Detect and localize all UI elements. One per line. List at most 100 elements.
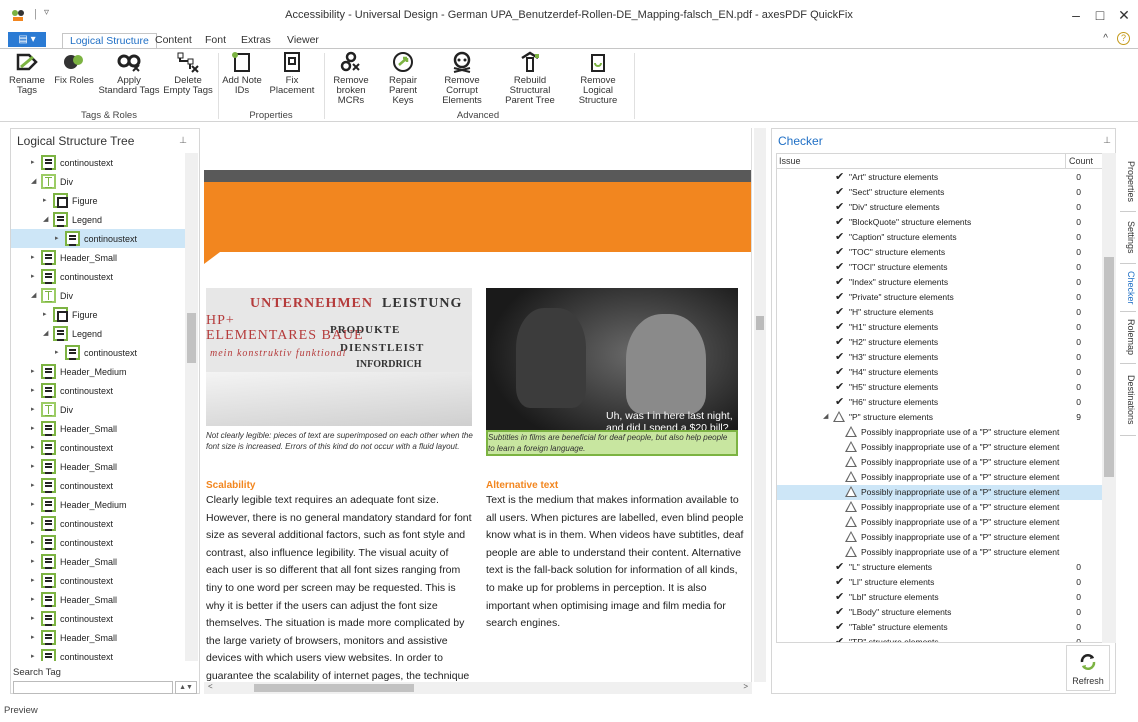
side-tab-settings[interactable]: Settings — [1120, 212, 1136, 264]
close-button[interactable]: ✕ — [1114, 7, 1134, 24]
checker-row[interactable]: ✔ "Sect" structure elements 0 — [777, 185, 1102, 200]
tree-item[interactable]: ◢ Div — [11, 286, 186, 305]
tree-item[interactable]: ◢ Div — [11, 172, 186, 191]
expand-arrow-icon[interactable]: ▸ — [31, 424, 39, 432]
checker-row[interactable]: ✔ "LI" structure elements 0 — [777, 575, 1102, 590]
tree-item[interactable]: ▸ Header_Small — [11, 552, 186, 571]
checker-row[interactable]: ✔ "H2" structure elements 0 — [777, 335, 1102, 350]
tab-font[interactable]: Font — [198, 33, 233, 48]
checker-row[interactable]: ✔ "H" structure elements 0 — [777, 305, 1102, 320]
tree-item[interactable]: ◢ Legend — [11, 324, 186, 343]
document-view[interactable]: UNTERNEHMEN LEISTUNG HP+ ELEMENTARES BAU… — [204, 128, 752, 682]
expand-arrow-icon[interactable]: ▸ — [31, 595, 39, 603]
scroll-left-icon[interactable]: < — [208, 682, 213, 691]
tree-item[interactable]: ▸ continoustext — [11, 153, 186, 172]
fix-placement-button[interactable]: Fix Placement — [264, 51, 320, 107]
checker-row[interactable]: ✔ "H4" structure elements 0 — [777, 365, 1102, 380]
tree-item[interactable]: ▸ continoustext — [11, 533, 186, 552]
fix-roles-button[interactable]: Fix Roles — [52, 51, 96, 107]
document-horizontal-scrollbar[interactable]: < > — [204, 682, 752, 694]
checker-row[interactable]: ✔ "H5" structure elements 0 — [777, 380, 1102, 395]
tree-item[interactable]: ▸ continoustext — [11, 647, 186, 661]
checker-row[interactable]: Possibly inappropriate use of a "P" stru… — [777, 515, 1102, 530]
checker-row[interactable]: Possibly inappropriate use of a "P" stru… — [777, 545, 1102, 560]
add-note-ids-button[interactable]: Add Note IDs — [222, 51, 262, 107]
tree-item[interactable]: ▸ continoustext — [11, 381, 186, 400]
tree-item[interactable]: ▸ continoustext — [11, 267, 186, 286]
checker-row[interactable]: Possibly inappropriate use of a "P" stru… — [777, 500, 1102, 515]
scroll-right-icon[interactable]: > — [743, 682, 748, 691]
expand-arrow-icon[interactable]: ▸ — [31, 519, 39, 527]
expand-arrow-icon[interactable]: ▸ — [31, 481, 39, 489]
scrollbar-thumb[interactable] — [187, 313, 196, 363]
apply-standard-tags-button[interactable]: Apply Standard Tags — [98, 51, 160, 107]
checker-row[interactable]: ◢ "P" structure elements 9 — [777, 410, 1102, 425]
checker-row[interactable]: Possibly inappropriate use of a "P" stru… — [777, 440, 1102, 455]
expand-arrow-icon[interactable]: ▸ — [31, 386, 39, 394]
tree-item[interactable]: ▸ Header_Medium — [11, 495, 186, 514]
checker-row[interactable]: Possibly inappropriate use of a "P" stru… — [777, 455, 1102, 470]
search-spin-buttons[interactable]: ▲▼ — [175, 681, 197, 694]
tree-item[interactable]: ▸ continoustext — [11, 438, 186, 457]
expand-arrow-icon[interactable]: ▸ — [55, 234, 63, 242]
checker-row[interactable]: ✔ "LBody" structure elements 0 — [777, 605, 1102, 620]
expand-arrow-icon[interactable]: ▸ — [31, 443, 39, 451]
collapse-ribbon-button[interactable]: ^ — [1103, 33, 1108, 44]
tree-item[interactable]: ▸ Figure — [11, 305, 186, 324]
tree-item[interactable]: ▸ continoustext — [11, 514, 186, 533]
checker-row[interactable]: Possibly inappropriate use of a "P" stru… — [777, 530, 1102, 545]
remove-corrupt-elements-button[interactable]: Remove Corrupt Elements — [430, 51, 494, 107]
expand-arrow-icon[interactable]: ▸ — [31, 652, 39, 660]
expand-arrow-icon[interactable]: ▸ — [31, 405, 39, 413]
tab-viewer[interactable]: Viewer — [280, 33, 326, 48]
scrollbar-thumb[interactable] — [756, 316, 764, 330]
checker-row[interactable]: Possibly inappropriate use of a "P" stru… — [777, 485, 1102, 500]
search-tag-input[interactable] — [13, 681, 173, 694]
checker-row[interactable]: ✔ "Private" structure elements 0 — [777, 290, 1102, 305]
column-header-count[interactable]: Count — [1069, 156, 1093, 166]
checker-scrollbar[interactable] — [1102, 153, 1116, 643]
column-header-issue[interactable]: Issue — [779, 156, 801, 166]
column-separator[interactable] — [1065, 154, 1066, 169]
side-tab-properties[interactable]: Properties — [1120, 152, 1136, 212]
checker-row[interactable]: Possibly inappropriate use of a "P" stru… — [777, 470, 1102, 485]
checker-row[interactable]: ✔ "Div" structure elements 0 — [777, 200, 1102, 215]
maximize-button[interactable]: □ — [1090, 7, 1110, 23]
checker-row[interactable]: ✔ "H1" structure elements 0 — [777, 320, 1102, 335]
tree-item[interactable]: ▸ Header_Small — [11, 248, 186, 267]
delete-empty-tags-button[interactable]: Delete Empty Tags — [162, 51, 214, 107]
tree-item[interactable]: ▸ Header_Small — [11, 419, 186, 438]
checker-row[interactable]: ✔ "Caption" structure elements 0 — [777, 230, 1102, 245]
expand-arrow-icon[interactable]: ▸ — [31, 272, 39, 280]
side-tab-destinations[interactable]: Destinations — [1120, 364, 1136, 436]
expand-arrow-icon[interactable]: ▸ — [31, 462, 39, 470]
scrollbar-thumb[interactable] — [1104, 257, 1114, 477]
tree-item[interactable]: ▸ continoustext — [11, 343, 186, 362]
checker-row[interactable]: ✔ "TOCI" structure elements 0 — [777, 260, 1102, 275]
tree-item[interactable]: ▸ Header_Small — [11, 457, 186, 476]
expand-arrow-icon[interactable]: ▸ — [43, 196, 51, 204]
tree-scrollbar[interactable] — [185, 153, 198, 661]
tab-content[interactable]: Content — [148, 33, 199, 48]
checker-row[interactable]: ✔ "H3" structure elements 0 — [777, 350, 1102, 365]
remove-logical-structure-button[interactable]: Remove Logical Structure — [566, 51, 630, 107]
expand-arrow-icon[interactable]: ▸ — [31, 500, 39, 508]
checker-row[interactable]: ✔ "TR" structure elements 0 — [777, 635, 1102, 642]
remove-broken-mcrs-button[interactable]: Remove broken MCRs — [326, 51, 376, 107]
pin-icon[interactable]: ⊥ — [179, 135, 187, 146]
expand-arrow-icon[interactable]: ▸ — [31, 538, 39, 546]
tree-item[interactable]: ◢ Legend — [11, 210, 186, 229]
side-tab-rolemap[interactable]: Rolemap — [1120, 312, 1136, 364]
tree-item[interactable]: ▸ continoustext — [11, 476, 186, 495]
repair-parent-keys-button[interactable]: Repair Parent Keys — [378, 51, 428, 107]
minimize-button[interactable]: – — [1066, 7, 1086, 23]
checker-row[interactable]: ✔ "H6" structure elements 0 — [777, 395, 1102, 410]
tree-item[interactable]: ▸ Header_Medium — [11, 362, 186, 381]
checker-row[interactable]: ✔ "Index" structure elements 0 — [777, 275, 1102, 290]
tree-item[interactable]: ▸ Figure — [11, 191, 186, 210]
tree-item[interactable]: ▸ Div — [11, 400, 186, 419]
tab-extras[interactable]: Extras — [234, 33, 278, 48]
collapse-arrow-icon[interactable]: ◢ — [43, 215, 51, 223]
tree-item[interactable]: ▸ Header_Small — [11, 590, 186, 609]
expand-arrow-icon[interactable]: ▸ — [43, 310, 51, 318]
